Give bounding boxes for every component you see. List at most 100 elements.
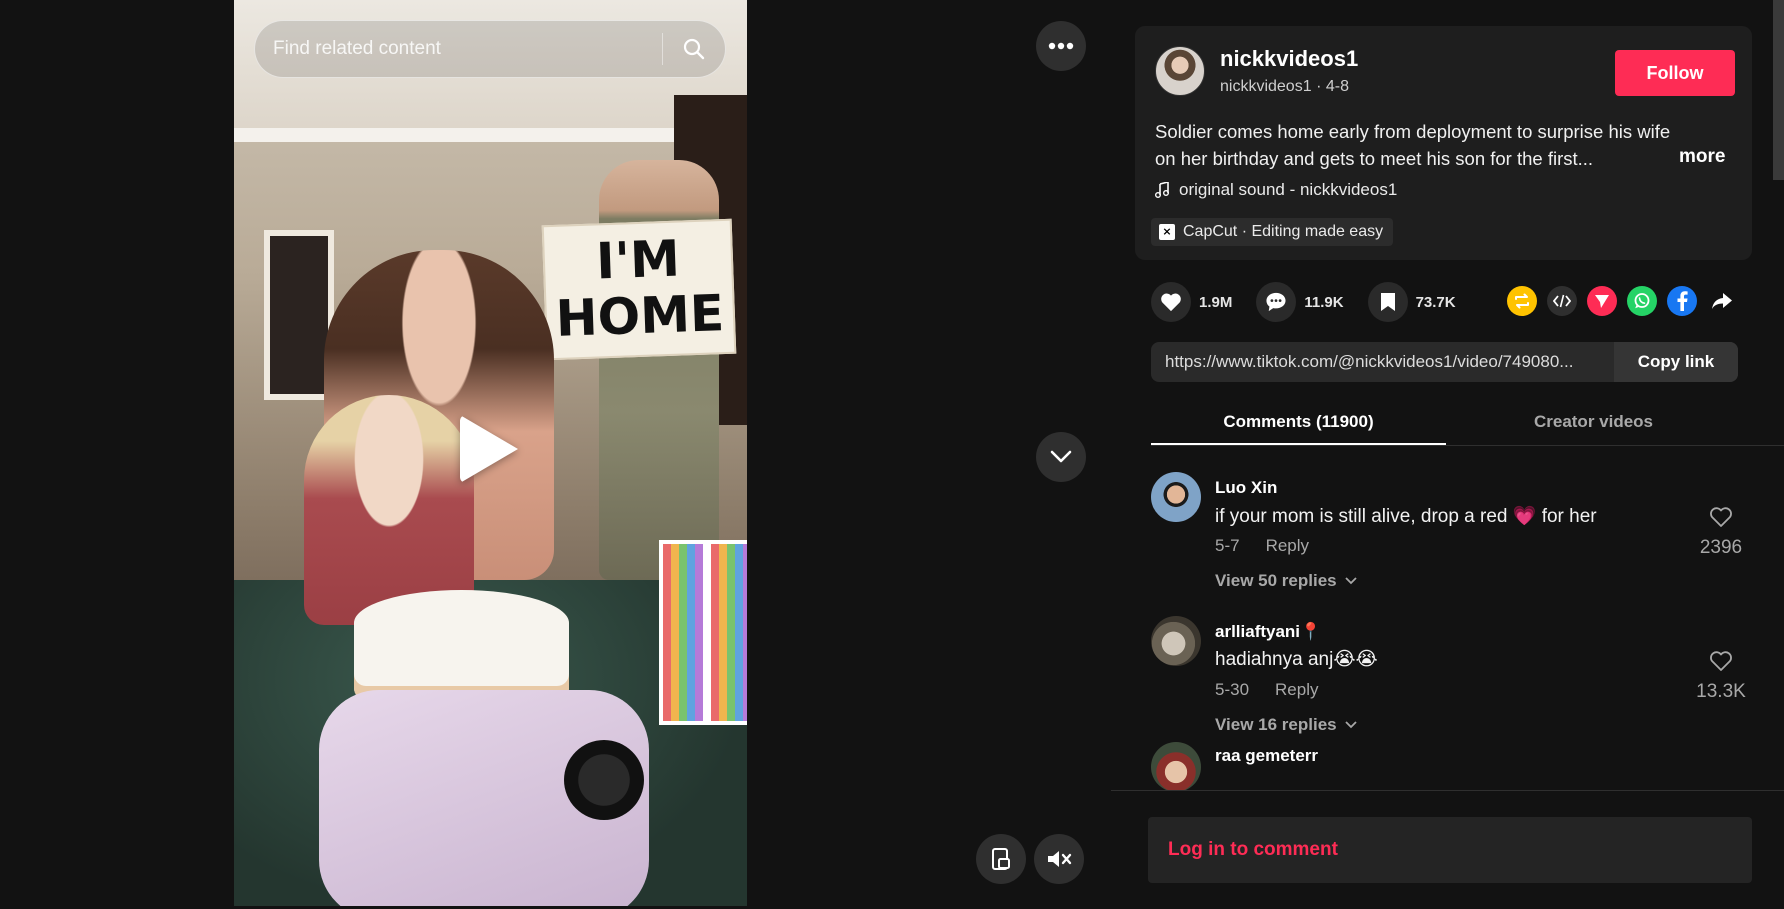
comment-like-count: 13.3K xyxy=(1696,681,1746,702)
code-embed-icon xyxy=(1553,294,1571,308)
heart-icon xyxy=(1161,293,1181,312)
comment-like-button[interactable]: 13.3K xyxy=(1691,650,1751,703)
facebook-share-button[interactable] xyxy=(1667,286,1697,316)
scene-card xyxy=(659,540,747,725)
mini-player-button[interactable] xyxy=(976,834,1026,884)
like-circle xyxy=(1151,282,1191,322)
mute-button[interactable] xyxy=(1034,834,1084,884)
action-bar: 1.9M 11.9K 73.7K xyxy=(1151,280,1480,324)
search-bar xyxy=(254,20,726,78)
commenter-avatar[interactable] xyxy=(1151,742,1201,790)
share-row xyxy=(1507,286,1737,316)
chevron-down-icon xyxy=(1050,450,1072,463)
video-description: Soldier comes home early from deployment… xyxy=(1155,118,1740,172)
share-link-box: https://www.tiktok.com/@nickkvideos1/vid… xyxy=(1151,342,1738,382)
comment-item: arlliaftyani📍 hadiahnya anj😭😭 5-30 Reply… xyxy=(1151,604,1751,748)
sign-line-2: HOME xyxy=(554,284,726,348)
tab-creator-videos[interactable]: Creator videos xyxy=(1446,400,1741,445)
video-stage: I'M HOME xyxy=(0,0,1111,909)
reply-button[interactable]: Reply xyxy=(1275,680,1318,700)
sign-line-1: I'M xyxy=(595,229,681,291)
scrollbar[interactable] xyxy=(1773,0,1784,180)
search-button[interactable] xyxy=(663,21,725,77)
capcut-badge[interactable]: ⨯ CapCut · Editing made easy xyxy=(1151,218,1394,246)
comment-text: if your mom is still alive, drop a red 💗… xyxy=(1215,504,1597,528)
video-link-text[interactable]: https://www.tiktok.com/@nickkvideos1/vid… xyxy=(1151,352,1614,372)
description-line-2: on her birthday and gets to meet his son… xyxy=(1155,148,1594,169)
commenter-name[interactable]: Luo Xin xyxy=(1215,478,1277,498)
save-button[interactable]: 73.7K xyxy=(1367,282,1456,322)
tab-comments[interactable]: Comments (11900) xyxy=(1151,400,1446,445)
music-note-icon xyxy=(1155,182,1169,198)
embed-button[interactable] xyxy=(1547,286,1577,316)
comment-text-part: if your mom is still alive, drop a red xyxy=(1215,506,1513,527)
comment-date: 5-7 xyxy=(1215,536,1240,555)
capcut-label: CapCut · Editing made easy xyxy=(1183,223,1384,240)
subline-separator: · xyxy=(1316,78,1326,95)
play-icon[interactable] xyxy=(460,415,518,483)
facebook-icon xyxy=(1677,291,1688,311)
comment-list: Luo Xin if your mom is still alive, drop… xyxy=(1151,460,1751,790)
description-line-1: Soldier comes home early from deployment… xyxy=(1155,121,1671,142)
volume-muted-icon xyxy=(1048,851,1072,867)
capcut-icon: ⨯ xyxy=(1159,224,1175,240)
comment-meta: 5-30 Reply xyxy=(1215,680,1319,700)
paper-plane-icon xyxy=(1595,295,1609,308)
next-video-button[interactable] xyxy=(1036,432,1086,482)
floating-player-icon xyxy=(992,848,1010,870)
comment-text-part: hadiahnya anj😭😭 xyxy=(1215,649,1378,670)
reply-button[interactable]: Reply xyxy=(1266,536,1309,556)
commenter-name[interactable]: arlliaftyani📍 xyxy=(1215,622,1321,642)
scene-cake xyxy=(354,590,569,700)
video-info-card: nickkvideos1 nickkvideos1 · 4-8 Follow S… xyxy=(1135,26,1752,260)
more-link[interactable]: more xyxy=(1679,146,1725,168)
more-dots-icon xyxy=(1048,42,1074,50)
post-date: 4-8 xyxy=(1325,78,1349,95)
like-count: 1.9M xyxy=(1199,293,1233,311)
bookmark-icon xyxy=(1380,293,1395,311)
comment-meta: 5-7 Reply xyxy=(1215,536,1309,556)
send-to-friends-button[interactable] xyxy=(1587,286,1617,316)
commenter-avatar[interactable] xyxy=(1151,472,1201,522)
commenter-avatar[interactable] xyxy=(1151,616,1201,666)
chevron-down-icon xyxy=(1344,577,1357,585)
music-label: original sound - nickkvideos1 xyxy=(1179,180,1398,199)
like-button[interactable]: 1.9M xyxy=(1151,282,1232,322)
author-subline: nickkvideos1 · 4-8 xyxy=(1220,78,1349,96)
comment-item: raa gemeterr xyxy=(1151,742,1751,790)
follow-button[interactable]: Follow xyxy=(1615,50,1735,96)
view-replies-button[interactable]: View 50 replies xyxy=(1215,571,1357,591)
heart-outline-icon xyxy=(1710,651,1732,671)
share-more-button[interactable] xyxy=(1707,286,1737,316)
comment-bar: Log in to comment xyxy=(1111,790,1784,909)
scene-molding xyxy=(234,128,747,142)
copy-link-button[interactable]: Copy link xyxy=(1614,342,1738,382)
repost-button[interactable] xyxy=(1507,286,1537,316)
author-avatar[interactable] xyxy=(1155,46,1205,96)
comment-like-count: 2396 xyxy=(1699,537,1743,558)
commenter-name[interactable]: raa gemeterr xyxy=(1215,746,1318,766)
pink-heart-emoji: 💗 xyxy=(1512,506,1537,527)
more-options-button[interactable] xyxy=(1036,21,1086,71)
comment-button[interactable]: 11.9K xyxy=(1256,282,1344,322)
comment-text-part: for her xyxy=(1536,506,1597,527)
view-replies-button[interactable]: View 16 replies xyxy=(1215,715,1357,735)
panel-tabs: Comments (11900) Creator videos xyxy=(1151,400,1784,446)
music-row[interactable]: original sound - nickkvideos1 xyxy=(1155,180,1397,200)
whatsapp-share-button[interactable] xyxy=(1627,286,1657,316)
login-to-comment-button[interactable]: Log in to comment xyxy=(1148,817,1752,883)
whatsapp-icon xyxy=(1634,293,1650,309)
comment-bubble-icon xyxy=(1266,292,1286,312)
share-arrow-icon xyxy=(1712,293,1732,309)
scene-sign: I'M HOME xyxy=(541,218,737,361)
comment-item: Luo Xin if your mom is still alive, drop… xyxy=(1151,460,1751,604)
author-username[interactable]: nickkvideos1 xyxy=(1220,46,1358,72)
comment-like-button[interactable]: 2396 xyxy=(1691,506,1751,559)
save-circle xyxy=(1367,282,1408,322)
view-replies-label: View 50 replies xyxy=(1215,571,1337,590)
search-icon xyxy=(683,38,705,60)
heart-outline-icon xyxy=(1710,507,1732,527)
scene-camera-lens xyxy=(564,740,644,820)
search-input[interactable] xyxy=(255,21,662,77)
view-replies-label: View 16 replies xyxy=(1215,715,1337,734)
